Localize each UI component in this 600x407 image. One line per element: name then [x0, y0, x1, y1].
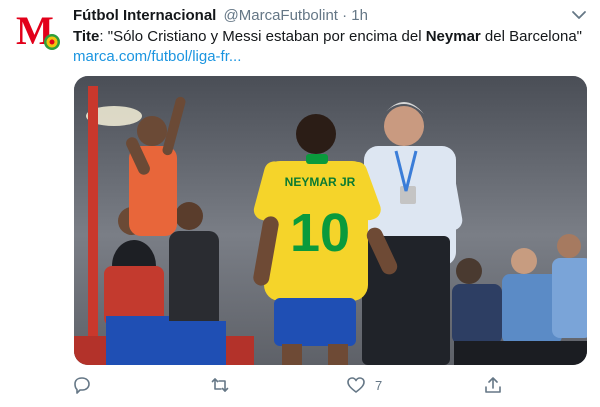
more-menu-caret[interactable]	[568, 6, 590, 24]
article-link[interactable]: marca.com/futbol/liga-fr...	[73, 47, 241, 67]
retweet-icon	[211, 378, 229, 392]
separator: ·	[342, 7, 348, 24]
user-handle[interactable]: @MarcaFutbolint	[224, 7, 338, 24]
tweet-text-part1: : "Sólo Cristiano y Messi estaban por en…	[99, 28, 426, 45]
tweet-text: Tite: "Sólo Cristiano y Messi estaban po…	[73, 27, 593, 47]
tweet-actions: 7	[0, 374, 600, 398]
retweet-button[interactable]	[210, 374, 230, 396]
heart-icon	[347, 377, 365, 393]
share-icon	[485, 377, 501, 393]
tweet-text-prefix: Tite	[73, 28, 100, 45]
timestamp[interactable]: 1h	[351, 7, 368, 24]
tweet-photo[interactable]: NEYMAR JR 10	[74, 76, 587, 365]
tweet-text-bold: Neymar	[425, 28, 481, 45]
reply-icon	[74, 377, 90, 394]
tweet-text-part2: del Barcelona"	[480, 28, 582, 45]
share-button[interactable]	[483, 374, 503, 396]
avatar[interactable]: M	[14, 6, 62, 54]
tweet[interactable]: M Fútbol Internacional @MarcaFutbolint ·…	[0, 0, 600, 407]
tweet-header: Fútbol Internacional @MarcaFutbolint · 1…	[73, 6, 368, 26]
like-count: 7	[375, 377, 383, 393]
like-button[interactable]: 7	[346, 374, 382, 396]
display-name[interactable]: Fútbol Internacional	[73, 7, 216, 24]
jersey-name: NEYMAR JR	[285, 175, 356, 189]
reply-button[interactable]	[72, 374, 92, 396]
chevron-down-icon	[572, 11, 586, 19]
jersey-number: 10	[290, 203, 350, 263]
